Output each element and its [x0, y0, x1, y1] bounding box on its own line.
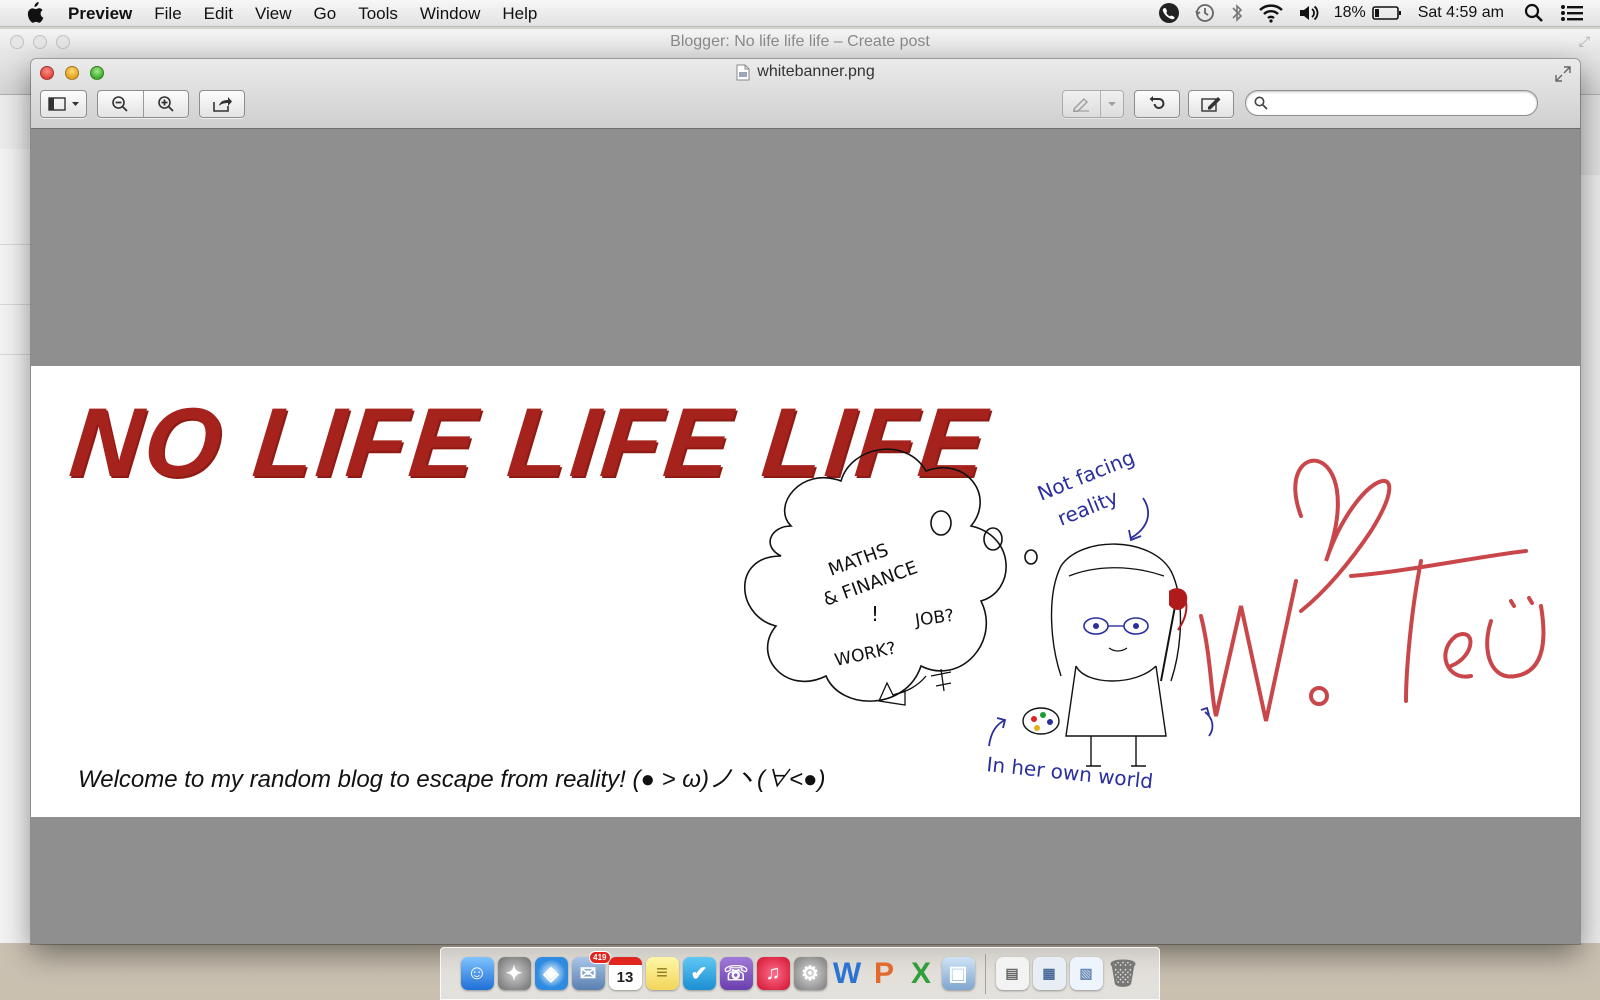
- blogger-fullscreen-icon[interactable]: ⤢: [1579, 33, 1590, 50]
- excel-icon[interactable]: X: [905, 957, 938, 990]
- documents-stack-icon[interactable]: ▤: [995, 957, 1029, 990]
- signature-drawing: [1199, 458, 1546, 722]
- annotate-pen-part[interactable]: [1063, 91, 1100, 117]
- apple-menu-icon[interactable]: [0, 2, 68, 24]
- annotate-button[interactable]: [1062, 90, 1124, 118]
- rotate-button[interactable]: [1134, 90, 1180, 118]
- banner-image: NO LIFE LIFE LIFE Welcome to my random b…: [31, 366, 1580, 817]
- launchpad-icon[interactable]: ✦: [497, 957, 531, 990]
- menu-clock[interactable]: Sat 4:59 am: [1418, 0, 1504, 27]
- png-file-icon: [736, 64, 750, 80]
- blogger-close-button[interactable]: [10, 35, 24, 49]
- menu-file[interactable]: File: [143, 0, 192, 27]
- spotlight-search-icon[interactable]: [1524, 0, 1544, 27]
- menu-tools[interactable]: Tools: [347, 0, 409, 27]
- battery-icon[interactable]: [1371, 0, 1402, 27]
- menu-app-name[interactable]: Preview: [68, 0, 143, 27]
- chevron-down-icon: [1107, 102, 1116, 106]
- safari-icon[interactable]: ◈: [534, 957, 568, 990]
- twitter-icon[interactable]: ✔: [682, 957, 716, 990]
- menu-bar: Preview File Edit View Go Tools Window H…: [0, 0, 1600, 27]
- notification-center-icon[interactable]: [1560, 0, 1584, 27]
- menu-view[interactable]: View: [244, 0, 303, 27]
- document-title: whitebanner.png: [757, 63, 875, 80]
- preview-titlebar-toolbar: whitebanner.png: [31, 59, 1580, 129]
- menu-help[interactable]: Help: [491, 0, 548, 27]
- zoom-controls: [97, 90, 189, 118]
- notes-icon[interactable]: ≡: [645, 957, 679, 990]
- mail-icon[interactable]: ✉ 419: [571, 951, 611, 990]
- powerpoint-icon[interactable]: P: [868, 957, 901, 990]
- annotate-menu-part[interactable]: [1099, 91, 1123, 117]
- viber-icon[interactable]: ☏: [719, 957, 753, 990]
- banner-tagline: Welcome to my random blog to escape from…: [78, 766, 826, 793]
- bluetooth-icon[interactable]: [1230, 0, 1244, 27]
- system-preferences-icon[interactable]: ⚙: [793, 957, 827, 990]
- word-icon[interactable]: W: [831, 957, 864, 990]
- wifi-icon[interactable]: [1258, 0, 1284, 27]
- blogger-zoom-button[interactable]: [56, 35, 70, 49]
- edit-icon: [1201, 97, 1221, 112]
- svg-text:!: !: [871, 602, 879, 626]
- image-canvas[interactable]: NO LIFE LIFE LIFE Welcome to my random b…: [31, 130, 1580, 944]
- time-machine-icon[interactable]: [1194, 0, 1216, 27]
- menu-edit[interactable]: Edit: [193, 0, 244, 27]
- preview-window: whitebanner.png NO LIFE LIFE LIFE Welcom…: [31, 59, 1580, 944]
- battery-percent[interactable]: 18%: [1334, 0, 1366, 27]
- edit-toolbar-button[interactable]: [1188, 90, 1234, 118]
- zoom-in-icon: [158, 96, 174, 112]
- dock-separator: [984, 953, 986, 994]
- note-in-her-own-world: In her own world: [985, 752, 1154, 793]
- sidebar-icon: [47, 97, 79, 111]
- blogger-right-strip: [1580, 95, 1600, 175]
- search-input[interactable]: [1274, 95, 1537, 111]
- fullscreen-icon[interactable]: [1554, 65, 1572, 83]
- share-icon: [213, 97, 232, 112]
- mail-badge: 419: [589, 951, 611, 964]
- trash-icon[interactable]: 🗑: [1107, 957, 1140, 990]
- menu-window[interactable]: Window: [409, 0, 491, 27]
- calendar-icon[interactable]: 13: [608, 957, 642, 990]
- preview-app-icon[interactable]: ▣: [941, 957, 975, 990]
- preview-window-title: whitebanner.png: [31, 63, 1580, 81]
- zoom-out-icon: [112, 96, 129, 112]
- blogger-minimize-button[interactable]: [33, 35, 47, 49]
- downloads-stack-icon[interactable]: ▦: [1032, 957, 1066, 990]
- itunes-icon[interactable]: ♫: [756, 957, 790, 990]
- share-button[interactable]: [199, 90, 245, 118]
- pen-icon: [1073, 98, 1090, 112]
- chibi-sketch-illustration: MATHS & FINANCE ! JOB? WORK? Not facing …: [744, 445, 1546, 815]
- blogger-window-titlebar: Blogger: No life life life – Create post…: [0, 29, 1600, 55]
- zoom-out-button[interactable]: [98, 91, 143, 117]
- finder-icon[interactable]: ☺: [460, 957, 494, 990]
- calendar-day: 13: [616, 969, 634, 986]
- dock: ☺ ✦ ◈ ✉ 419 13 ≡ ✔ ☏ ♫ ⚙ W P X ▣ ▤ ▦ ▧ 🗑: [440, 947, 1160, 1000]
- search-icon: [1254, 96, 1268, 110]
- signature-text: W. Teo: [1511, 813, 1514, 815]
- viber-status-icon[interactable]: [1158, 0, 1180, 27]
- zoom-in-button[interactable]: [142, 91, 188, 117]
- sidebar-view-button[interactable]: [40, 90, 87, 118]
- blogger-window-controls: [10, 35, 70, 49]
- menu-go[interactable]: Go: [303, 0, 348, 27]
- volume-icon[interactable]: [1298, 0, 1320, 27]
- rotate-icon: [1149, 96, 1165, 109]
- blogger-window-title: Blogger: No life life life – Create post: [670, 33, 930, 50]
- note-work: WORK?: [833, 638, 898, 670]
- note-job: JOB?: [913, 606, 955, 631]
- minimized-window-icon[interactable]: ▧: [1069, 957, 1103, 990]
- search-field[interactable]: [1245, 90, 1538, 116]
